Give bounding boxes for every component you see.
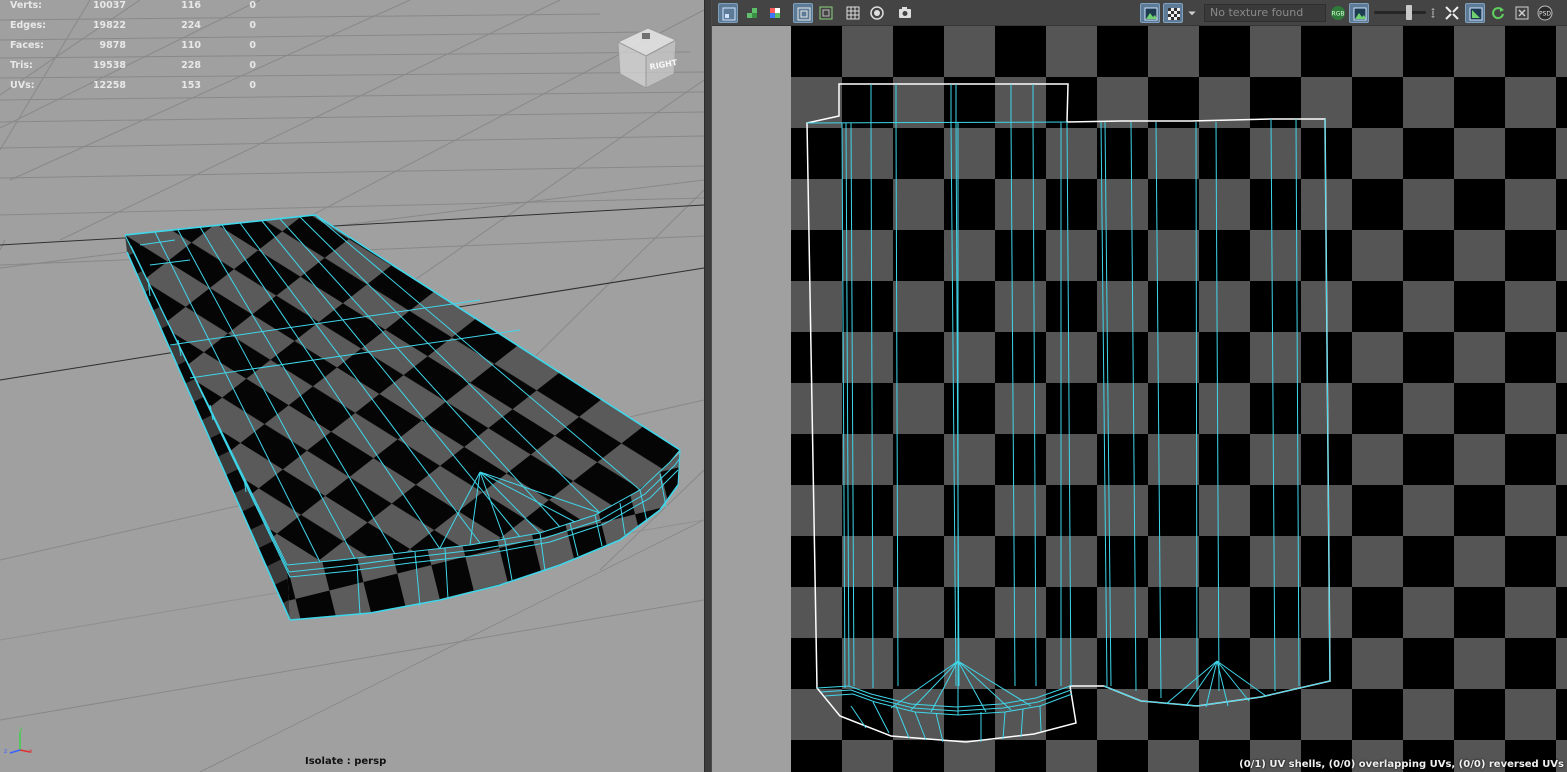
svg-text:x: x — [29, 748, 33, 755]
hud-stat-label: UVs: — [10, 80, 35, 91]
svg-text:z: z — [4, 748, 7, 755]
hud-selected-value: 153 — [181, 80, 201, 91]
isolate-label: Isolate : persp — [305, 756, 387, 767]
uv-canvas[interactable]: (0/1) UV shells, (0/0) overlapping UVs, … — [791, 26, 1567, 772]
panel-divider[interactable] — [704, 0, 712, 772]
snapshot-sphere-icon[interactable] — [867, 3, 887, 23]
uv-canvas-margin — [712, 26, 791, 772]
hud-total-value: 19822 — [92, 20, 126, 31]
hud-stat-label: Tris: — [10, 60, 33, 71]
close-icon[interactable] — [1512, 3, 1532, 23]
svg-text:RGB: RGB — [1332, 11, 1345, 18]
uv-checker-background — [791, 26, 1567, 772]
uv-toolbar: No texture found RGB PSD — [712, 0, 1567, 26]
exposure-slider-track[interactable] — [1374, 11, 1426, 14]
hud-component-value: 0 — [249, 60, 256, 71]
hud-selected-value: 116 — [181, 0, 201, 11]
slider-options-icon[interactable] — [1428, 3, 1438, 23]
refresh-icon[interactable] — [1488, 3, 1508, 23]
uv-wireframe-icon[interactable] — [793, 3, 813, 23]
screenshot-icon[interactable] — [895, 3, 915, 23]
psd-icon[interactable]: PSD — [1535, 3, 1555, 23]
perspective-viewport[interactable]: Verts: 10037 116 0 Edges: 19822 224 0 Faces: 9878… — [0, 0, 704, 772]
grid-icon[interactable] — [843, 3, 863, 23]
checker-icon[interactable] — [1163, 3, 1183, 23]
texture-selector[interactable]: No texture found — [1204, 4, 1326, 22]
svg-text:PSD: PSD — [1539, 11, 1551, 18]
hud-total-value: 19538 — [92, 60, 126, 71]
svg-text:y: y — [19, 726, 23, 733]
hud-component-value: 0 — [249, 40, 256, 51]
hud-total-value: 12258 — [92, 80, 126, 91]
view-cube[interactable]: RIGHT — [612, 24, 684, 94]
distortion-icon[interactable] — [765, 3, 785, 23]
hud-total-value: 10037 — [92, 0, 126, 11]
image-display-icon[interactable] — [1140, 3, 1160, 23]
hud-selected-value: 224 — [181, 20, 201, 31]
uv-toolkit-icon[interactable] — [718, 3, 738, 23]
hud-component-value: 0 — [249, 80, 256, 91]
exposure-slider-icon[interactable] — [1406, 5, 1412, 20]
axis-gizmo: y x z — [2, 726, 38, 756]
rgb-channel-icon[interactable]: RGB — [1328, 3, 1348, 23]
hud-component-value: 0 — [249, 0, 256, 11]
hud-selected-value: 110 — [181, 40, 201, 51]
hud-selected-value: 228 — [181, 60, 201, 71]
isolate-icon[interactable] — [1442, 3, 1462, 23]
shaded-shells-icon[interactable] — [742, 3, 762, 23]
display-filter-icon[interactable] — [1465, 3, 1485, 23]
viewport-scene — [0, 0, 704, 772]
uv-status-text: (0/1) UV shells, (0/0) overlapping UVs, … — [1239, 759, 1564, 770]
texture-dropdown-icon[interactable] — [1186, 3, 1198, 23]
uv-border-icon[interactable] — [816, 3, 836, 23]
alpha-icon[interactable] — [1349, 3, 1369, 23]
hud-total-value: 9878 — [99, 40, 126, 51]
uv-editor-panel: No texture found RGB PSD (0/1) UV shells… — [712, 0, 1567, 772]
hud-component-value: 0 — [249, 20, 256, 31]
